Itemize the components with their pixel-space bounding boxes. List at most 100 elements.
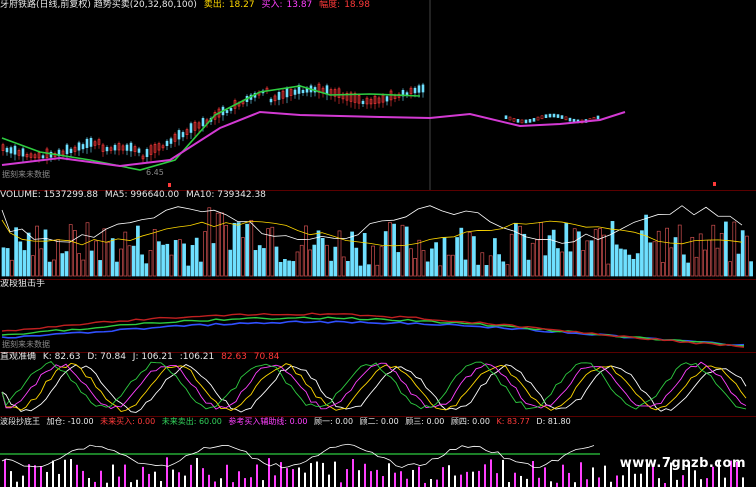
volume-bar	[228, 249, 233, 277]
bottom-bar	[100, 470, 102, 487]
volume-bar	[493, 238, 497, 277]
candle-body	[41, 155, 45, 159]
volume-bar	[745, 235, 749, 277]
kdj-extra2: 82.63	[221, 352, 247, 362]
bottom-bar	[622, 475, 624, 487]
volume-bar	[623, 249, 627, 277]
kdj-panel[interactable]: 直观准确 K: 82.63 D: 70.84 J: 106.21 :106.21…	[0, 352, 756, 417]
volume-bar	[488, 255, 493, 277]
volume-bar	[161, 244, 165, 277]
volume-bar	[165, 243, 170, 277]
volume-bar	[85, 222, 90, 277]
volume-bar	[484, 265, 489, 277]
low-price-label: 6.45	[146, 168, 164, 177]
candle-body	[508, 116, 512, 121]
volume-bar	[526, 259, 531, 277]
bottom-bar	[442, 467, 444, 487]
volume-bar	[236, 222, 241, 277]
bottom-bar	[310, 463, 312, 487]
volume-bar	[60, 253, 65, 277]
candle-body	[5, 147, 9, 153]
volume-bar	[325, 244, 329, 277]
volume-bar	[270, 226, 275, 277]
bottom-bar	[502, 459, 504, 487]
volume-bar	[266, 228, 270, 277]
price-panel[interactable]: 牙府铁路(日线,前复权) 趋势买卖(20,32,80,100) 卖出: 18.27…	[0, 0, 756, 191]
volume-bar	[312, 244, 317, 277]
bottom-bar	[676, 479, 678, 487]
indicator1-title: 波段狙击手	[0, 279, 46, 289]
volume-bar	[472, 236, 476, 277]
indicator-chart-1[interactable]	[0, 279, 756, 352]
price-title-bar: 牙府铁路(日线,前复权) 趋势买卖(20,32,80,100) 卖出: 18.27…	[0, 0, 374, 11]
candle-body	[85, 138, 89, 148]
bottom-bar	[118, 476, 120, 487]
bottom-bar	[562, 464, 564, 487]
bottom-bar	[142, 466, 144, 487]
candle-body	[413, 87, 417, 94]
indicator1-note: 据刻来未数据	[2, 340, 50, 349]
bottom-bar	[568, 472, 570, 487]
volume-bar	[81, 259, 86, 277]
bottom-panel[interactable]: 波段抄底王 加仓: -10.00 未来买入: 0.00 未来卖出: 60.00 …	[0, 416, 756, 487]
volume-bar	[220, 212, 224, 277]
indicator-panel-1[interactable]: 波段狙击手 据刻来未数据	[0, 279, 756, 353]
volume-bar	[152, 228, 157, 277]
volume-bar	[724, 221, 728, 277]
volume-bar	[1, 247, 6, 277]
volume-bar	[148, 250, 153, 277]
volume-bar	[371, 245, 375, 277]
candle-body	[229, 108, 233, 111]
bottom-bar	[472, 471, 474, 487]
bottom-bar	[430, 479, 432, 487]
bottom-bar	[304, 472, 306, 487]
candle-body	[516, 119, 520, 123]
volume-bar	[446, 254, 451, 277]
volume-bar	[690, 236, 695, 277]
volume-bar	[543, 255, 548, 277]
bottom-bar	[682, 475, 684, 487]
bottom-bar	[40, 466, 42, 487]
bottom-bar	[418, 466, 420, 487]
volume-bar	[199, 261, 203, 277]
volume-bar	[224, 224, 228, 277]
bottom-bar	[370, 471, 372, 487]
volume-bar	[602, 234, 606, 277]
price-chart[interactable]	[0, 0, 756, 190]
bottom-bar	[424, 482, 426, 487]
amp-label: 幅度:	[319, 0, 341, 10]
bottom-bar	[478, 470, 480, 487]
volume-ma5: MA5: 996640.00	[104, 190, 180, 200]
candle-body	[277, 91, 281, 100]
kdj-k: K: 82.63	[42, 352, 81, 362]
volume-bar	[358, 265, 363, 277]
bottom-bar	[70, 459, 72, 487]
volume-bar	[556, 248, 560, 277]
candle-body	[524, 119, 528, 124]
candle-body	[405, 92, 409, 96]
candle-body	[512, 118, 516, 122]
bottom-bar	[364, 463, 366, 487]
volume-bar	[413, 257, 417, 277]
volume-bar	[278, 261, 283, 277]
volume-bar	[581, 250, 585, 277]
volume-bar	[341, 256, 346, 277]
volume-bar	[203, 231, 207, 277]
bottom-bar	[298, 467, 300, 487]
volume-bar	[396, 252, 401, 277]
bottom-bar	[190, 464, 192, 487]
volume-bar	[89, 250, 94, 277]
volume-chart[interactable]	[0, 190, 756, 279]
bottom-bar	[286, 468, 288, 487]
volume-panel[interactable]: VOLUME: 1537299.88 MA5: 996640.00 MA10: …	[0, 190, 756, 280]
bottom-bar	[166, 457, 168, 487]
volume-bar	[715, 247, 720, 277]
volume-bar	[686, 262, 690, 277]
bottom-bar	[226, 464, 228, 487]
bottom-bar	[604, 465, 606, 487]
volume-bar	[94, 240, 98, 277]
kdj-d: D: 70.84	[87, 352, 126, 362]
bottom-bar	[82, 470, 84, 487]
volume-bar	[18, 241, 23, 277]
bottom-bar	[184, 475, 186, 487]
